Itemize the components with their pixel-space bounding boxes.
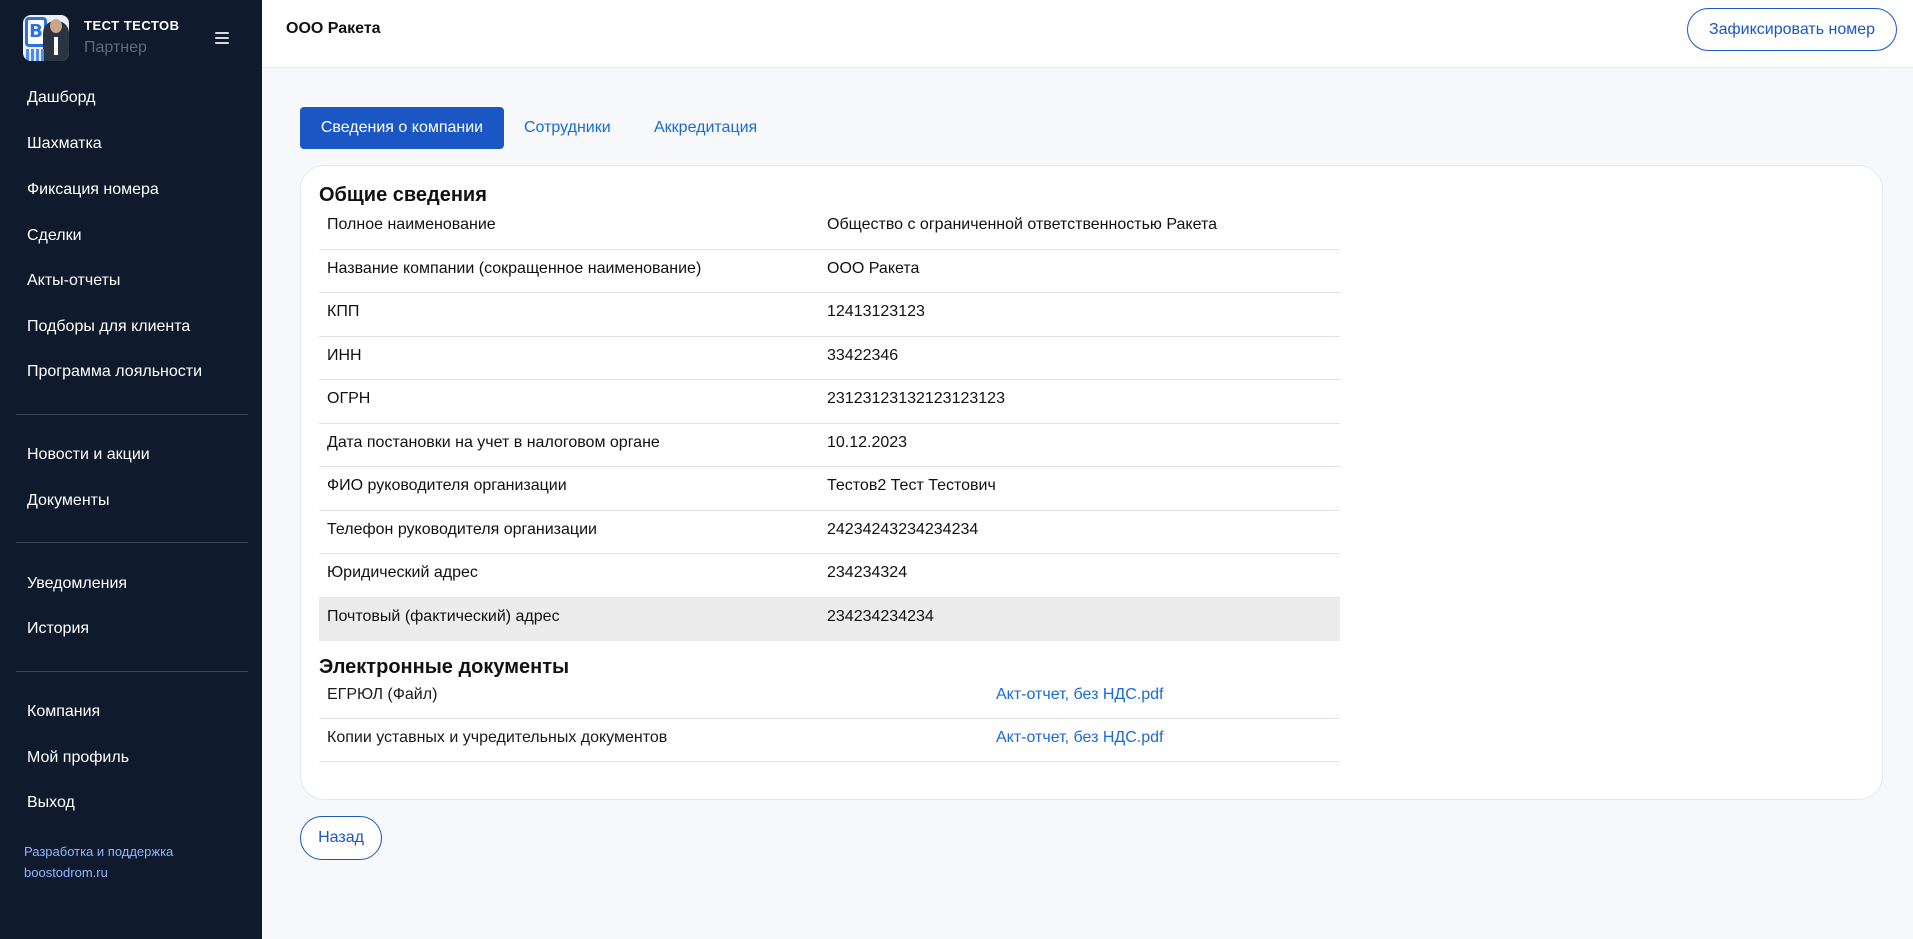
table-row: ЕГРЮЛ (Файл) Акт-отчет, без НДС.pdf	[319, 676, 1340, 719]
row-value: Тестов2 Тест Тестович	[827, 477, 996, 494]
row-value: ООО Ракета	[827, 259, 920, 277]
sidebar-item-number-fixation[interactable]: Фиксация номера	[27, 181, 159, 199]
table-row: Телефон руководителя организации 2423424…	[319, 511, 1340, 554]
user-name: ТЕСТ ТЕСТОВ	[84, 18, 180, 33]
menu-toggle-icon[interactable]	[213, 30, 231, 46]
table-row: Юридический адрес 234234324	[319, 554, 1340, 598]
support-link[interactable]: boostodrom.ru	[24, 862, 173, 883]
general-info-title: Общие сведения	[319, 184, 487, 206]
sidebar-item-client-selections[interactable]: Подборы для клиента	[27, 318, 190, 336]
general-info-table: Полное наименование Общество с ограничен…	[319, 206, 1340, 641]
sidebar-item-notifications[interactable]: Уведомления	[27, 575, 127, 593]
user-block: B ТЕСТ ТЕСТОВ Партнер	[23, 15, 243, 63]
company-info-card: Общие сведения Полное наименование Общес…	[300, 165, 1883, 800]
sidebar-item-news[interactable]: Новости и акции	[27, 446, 150, 464]
row-value: 10.12.2023	[827, 433, 908, 451]
table-row: Копии уставных и учредительных документо…	[319, 719, 1340, 762]
back-button[interactable]: Назад	[300, 816, 382, 860]
table-row: Почтовый (фактический) адрес 23423423423…	[319, 597, 1340, 641]
documents-table: ЕГРЮЛ (Файл) Акт-отчет, без НДС.pdf Копи…	[319, 676, 1340, 762]
sidebar-item-chessboard[interactable]: Шахматка	[27, 135, 102, 153]
sidebar-item-company[interactable]: Компания	[27, 703, 100, 721]
bars-icon	[26, 49, 44, 61]
top-header: ООО Ракета Зафиксировать номер	[262, 0, 1913, 68]
row-value: 23123123132123123123	[827, 390, 1005, 407]
row-label: ОГРН	[327, 390, 371, 407]
sidebar-item-dashboard[interactable]: Дашборд	[27, 89, 96, 107]
table-row: КПП 12413123123	[319, 293, 1340, 337]
user-role: Партнер	[84, 39, 147, 56]
sidebar-item-documents[interactable]: Документы	[27, 492, 109, 510]
tab-company-info[interactable]: Сведения о компании	[300, 107, 504, 149]
doc-file-link[interactable]: Акт-отчет, без НДС.pdf	[996, 729, 1163, 747]
table-row: ФИО руководителя организации Тестов2 Тес…	[319, 467, 1340, 511]
doc-label: ЕГРЮЛ (Файл)	[327, 686, 438, 703]
sidebar-item-deals[interactable]: Сделки	[27, 227, 82, 245]
sidebar: B ТЕСТ ТЕСТОВ Партнер Дашборд Шахматка Ф…	[0, 0, 262, 939]
row-value: 234234234234	[827, 607, 934, 625]
row-label: Почтовый (фактический) адрес	[327, 607, 560, 625]
table-row: Дата постановки на учет в налоговом орга…	[319, 424, 1340, 467]
support-label[interactable]: Разработка и поддержка	[24, 841, 173, 862]
row-label: Юридический адрес	[327, 564, 478, 581]
table-row: ОГРН 23123123132123123123	[319, 380, 1340, 424]
row-value: 24234243234234234	[827, 520, 979, 538]
sidebar-item-profile[interactable]: Мой профиль	[27, 749, 129, 767]
row-value: 234234324	[827, 564, 908, 581]
tab-employees[interactable]: Сотрудники	[524, 107, 611, 149]
row-label: ИНН	[327, 346, 362, 364]
support-info: Разработка и поддержка boostodrom.ru	[24, 841, 173, 883]
tab-accreditation[interactable]: Аккредитация	[654, 107, 757, 149]
row-label: Полное наименование	[327, 216, 496, 233]
row-label: Телефон руководителя организации	[327, 520, 597, 538]
sidebar-item-history[interactable]: История	[27, 620, 89, 638]
row-value: 12413123123	[827, 303, 925, 320]
person-photo-icon	[43, 19, 69, 61]
table-row: Название компании (сокращенное наименова…	[319, 250, 1340, 293]
avatar: B	[23, 15, 69, 61]
row-label: Дата постановки на учет в налоговом орга…	[327, 433, 660, 451]
row-label: Название компании (сокращенное наименова…	[327, 259, 702, 277]
sidebar-divider	[16, 414, 248, 415]
sidebar-item-logout[interactable]: Выход	[27, 794, 75, 812]
fix-number-button[interactable]: Зафиксировать номер	[1687, 8, 1897, 51]
doc-label: Копии уставных и учредительных документо…	[327, 729, 668, 746]
row-value: 33422346	[827, 346, 899, 364]
page-title: ООО Ракета	[286, 20, 381, 37]
doc-file-link[interactable]: Акт-отчет, без НДС.pdf	[996, 686, 1163, 704]
sidebar-divider	[16, 542, 248, 543]
sidebar-item-loyalty[interactable]: Программа лояльности	[27, 363, 202, 381]
sidebar-item-acts-reports[interactable]: Акты-отчеты	[27, 272, 120, 290]
row-label: ФИО руководителя организации	[327, 477, 567, 494]
table-row: ИНН 33422346	[319, 337, 1340, 380]
table-row: Полное наименование Общество с ограничен…	[319, 206, 1340, 250]
row-label: КПП	[327, 303, 360, 320]
sidebar-divider	[16, 671, 248, 672]
row-value: Общество с ограниченной ответственностью…	[827, 216, 1217, 233]
